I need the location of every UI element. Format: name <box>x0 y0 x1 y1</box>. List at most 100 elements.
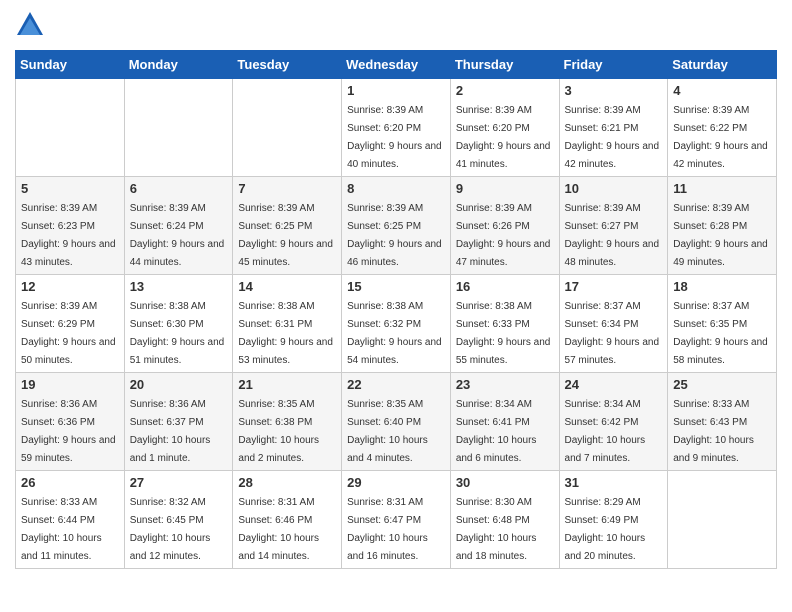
day-number: 1 <box>347 83 445 98</box>
calendar-day-cell: 28 Sunrise: 8:31 AM Sunset: 6:46 PM Dayli… <box>233 471 342 569</box>
calendar-day-cell: 19 Sunrise: 8:36 AM Sunset: 6:36 PM Dayli… <box>16 373 125 471</box>
calendar-week-row: 26 Sunrise: 8:33 AM Sunset: 6:44 PM Dayli… <box>16 471 777 569</box>
day-number: 3 <box>565 83 663 98</box>
day-info: Sunrise: 8:31 AM Sunset: 6:47 PM Dayligh… <box>347 497 428 562</box>
day-number: 27 <box>130 475 228 490</box>
calendar-day-cell: 10 Sunrise: 8:39 AM Sunset: 6:27 PM Dayli… <box>559 177 668 275</box>
calendar-day-cell: 31Sunrise: 8:29 AM Sunset: 6:49 PM Dayli… <box>559 471 668 569</box>
logo-icon <box>15 10 45 40</box>
day-number: 22 <box>347 377 445 392</box>
day-info: Sunrise: 8:38 AM Sunset: 6:30 PM Dayligh… <box>130 301 225 366</box>
day-info: Sunrise: 8:39 AM Sunset: 6:25 PM Dayligh… <box>238 203 333 268</box>
day-number: 11 <box>673 181 771 196</box>
day-info: Sunrise: 8:33 AM Sunset: 6:44 PM Dayligh… <box>21 497 102 562</box>
calendar-day-cell: 16Sunrise: 8:38 AM Sunset: 6:33 PM Dayli… <box>450 275 559 373</box>
calendar-day-cell: 18 Sunrise: 8:37 AM Sunset: 6:35 PM Dayli… <box>668 275 777 373</box>
day-info: Sunrise: 8:39 AM Sunset: 6:20 PM Dayligh… <box>456 105 551 170</box>
calendar-day-cell <box>124 79 233 177</box>
day-number: 16 <box>456 279 554 294</box>
calendar-day-cell: 24 Sunrise: 8:34 AM Sunset: 6:42 PM Dayli… <box>559 373 668 471</box>
day-number: 21 <box>238 377 336 392</box>
calendar-day-cell: 5Sunrise: 8:39 AM Sunset: 6:23 PM Daylig… <box>16 177 125 275</box>
day-number: 8 <box>347 181 445 196</box>
day-number: 7 <box>238 181 336 196</box>
logo <box>15 10 49 40</box>
day-number: 24 <box>565 377 663 392</box>
calendar-week-row: 19 Sunrise: 8:36 AM Sunset: 6:36 PM Dayli… <box>16 373 777 471</box>
calendar-table: SundayMondayTuesdayWednesdayThursdayFrid… <box>15 50 777 569</box>
day-info: Sunrise: 8:39 AM Sunset: 6:21 PM Dayligh… <box>565 105 660 170</box>
day-info: Sunrise: 8:32 AM Sunset: 6:45 PM Dayligh… <box>130 497 211 562</box>
calendar-week-row: 12 Sunrise: 8:39 AM Sunset: 6:29 PM Dayli… <box>16 275 777 373</box>
page-header <box>15 10 777 40</box>
page-container: SundayMondayTuesdayWednesdayThursdayFrid… <box>0 0 792 579</box>
day-info: Sunrise: 8:31 AM Sunset: 6:46 PM Dayligh… <box>238 497 319 562</box>
day-info: Sunrise: 8:35 AM Sunset: 6:40 PM Dayligh… <box>347 399 428 464</box>
day-info: Sunrise: 8:39 AM Sunset: 6:28 PM Dayligh… <box>673 203 768 268</box>
calendar-day-cell: 17 Sunrise: 8:37 AM Sunset: 6:34 PM Dayli… <box>559 275 668 373</box>
day-info: Sunrise: 8:39 AM Sunset: 6:22 PM Dayligh… <box>673 105 768 170</box>
day-info: Sunrise: 8:29 AM Sunset: 6:49 PM Dayligh… <box>565 497 646 562</box>
day-info: Sunrise: 8:37 AM Sunset: 6:35 PM Dayligh… <box>673 301 768 366</box>
day-number: 19 <box>21 377 119 392</box>
day-info: Sunrise: 8:36 AM Sunset: 6:37 PM Dayligh… <box>130 399 211 464</box>
day-number: 4 <box>673 83 771 98</box>
day-info: Sunrise: 8:30 AM Sunset: 6:48 PM Dayligh… <box>456 497 537 562</box>
day-info: Sunrise: 8:36 AM Sunset: 6:36 PM Dayligh… <box>21 399 116 464</box>
calendar-day-cell: 14Sunrise: 8:38 AM Sunset: 6:31 PM Dayli… <box>233 275 342 373</box>
day-info: Sunrise: 8:34 AM Sunset: 6:41 PM Dayligh… <box>456 399 537 464</box>
calendar-day-cell: 30Sunrise: 8:30 AM Sunset: 6:48 PM Dayli… <box>450 471 559 569</box>
day-number: 17 <box>565 279 663 294</box>
day-number: 12 <box>21 279 119 294</box>
calendar-day-cell: 22 Sunrise: 8:35 AM Sunset: 6:40 PM Dayli… <box>342 373 451 471</box>
day-info: Sunrise: 8:39 AM Sunset: 6:25 PM Dayligh… <box>347 203 442 268</box>
calendar-day-header: Saturday <box>668 51 777 79</box>
calendar-day-cell: 27 Sunrise: 8:32 AM Sunset: 6:45 PM Dayli… <box>124 471 233 569</box>
day-info: Sunrise: 8:39 AM Sunset: 6:26 PM Dayligh… <box>456 203 551 268</box>
day-info: Sunrise: 8:39 AM Sunset: 6:20 PM Dayligh… <box>347 105 442 170</box>
calendar-day-cell: 21 Sunrise: 8:35 AM Sunset: 6:38 PM Dayli… <box>233 373 342 471</box>
calendar-day-cell: 4 Sunrise: 8:39 AM Sunset: 6:22 PM Daylig… <box>668 79 777 177</box>
day-number: 28 <box>238 475 336 490</box>
calendar-day-header: Monday <box>124 51 233 79</box>
calendar-day-cell <box>668 471 777 569</box>
calendar-day-cell: 11 Sunrise: 8:39 AM Sunset: 6:28 PM Dayli… <box>668 177 777 275</box>
day-info: Sunrise: 8:37 AM Sunset: 6:34 PM Dayligh… <box>565 301 660 366</box>
day-info: Sunrise: 8:39 AM Sunset: 6:23 PM Dayligh… <box>21 203 116 268</box>
calendar-day-cell: 15 Sunrise: 8:38 AM Sunset: 6:32 PM Dayli… <box>342 275 451 373</box>
day-info: Sunrise: 8:34 AM Sunset: 6:42 PM Dayligh… <box>565 399 646 464</box>
day-info: Sunrise: 8:33 AM Sunset: 6:43 PM Dayligh… <box>673 399 754 464</box>
calendar-day-cell: 1 Sunrise: 8:39 AM Sunset: 6:20 PM Daylig… <box>342 79 451 177</box>
day-number: 26 <box>21 475 119 490</box>
calendar-day-header: Thursday <box>450 51 559 79</box>
day-number: 10 <box>565 181 663 196</box>
calendar-week-row: 1 Sunrise: 8:39 AM Sunset: 6:20 PM Daylig… <box>16 79 777 177</box>
day-info: Sunrise: 8:35 AM Sunset: 6:38 PM Dayligh… <box>238 399 319 464</box>
day-number: 18 <box>673 279 771 294</box>
calendar-day-cell <box>16 79 125 177</box>
calendar-day-cell <box>233 79 342 177</box>
day-number: 9 <box>456 181 554 196</box>
day-info: Sunrise: 8:38 AM Sunset: 6:31 PM Dayligh… <box>238 301 333 366</box>
calendar-week-row: 5Sunrise: 8:39 AM Sunset: 6:23 PM Daylig… <box>16 177 777 275</box>
day-number: 15 <box>347 279 445 294</box>
day-number: 20 <box>130 377 228 392</box>
calendar-day-cell: 2 Sunrise: 8:39 AM Sunset: 6:20 PM Daylig… <box>450 79 559 177</box>
day-info: Sunrise: 8:38 AM Sunset: 6:32 PM Dayligh… <box>347 301 442 366</box>
calendar-day-cell: 6 Sunrise: 8:39 AM Sunset: 6:24 PM Daylig… <box>124 177 233 275</box>
day-number: 29 <box>347 475 445 490</box>
day-number: 6 <box>130 181 228 196</box>
day-info: Sunrise: 8:39 AM Sunset: 6:27 PM Dayligh… <box>565 203 660 268</box>
calendar-day-header: Friday <box>559 51 668 79</box>
day-info: Sunrise: 8:39 AM Sunset: 6:29 PM Dayligh… <box>21 301 116 366</box>
calendar-day-cell: 9 Sunrise: 8:39 AM Sunset: 6:26 PM Daylig… <box>450 177 559 275</box>
day-info: Sunrise: 8:39 AM Sunset: 6:24 PM Dayligh… <box>130 203 225 268</box>
day-number: 25 <box>673 377 771 392</box>
calendar-day-header: Wednesday <box>342 51 451 79</box>
calendar-day-cell: 20 Sunrise: 8:36 AM Sunset: 6:37 PM Dayli… <box>124 373 233 471</box>
calendar-day-header: Tuesday <box>233 51 342 79</box>
calendar-day-cell: 23 Sunrise: 8:34 AM Sunset: 6:41 PM Dayli… <box>450 373 559 471</box>
day-number: 13 <box>130 279 228 294</box>
day-number: 2 <box>456 83 554 98</box>
day-number: 23 <box>456 377 554 392</box>
